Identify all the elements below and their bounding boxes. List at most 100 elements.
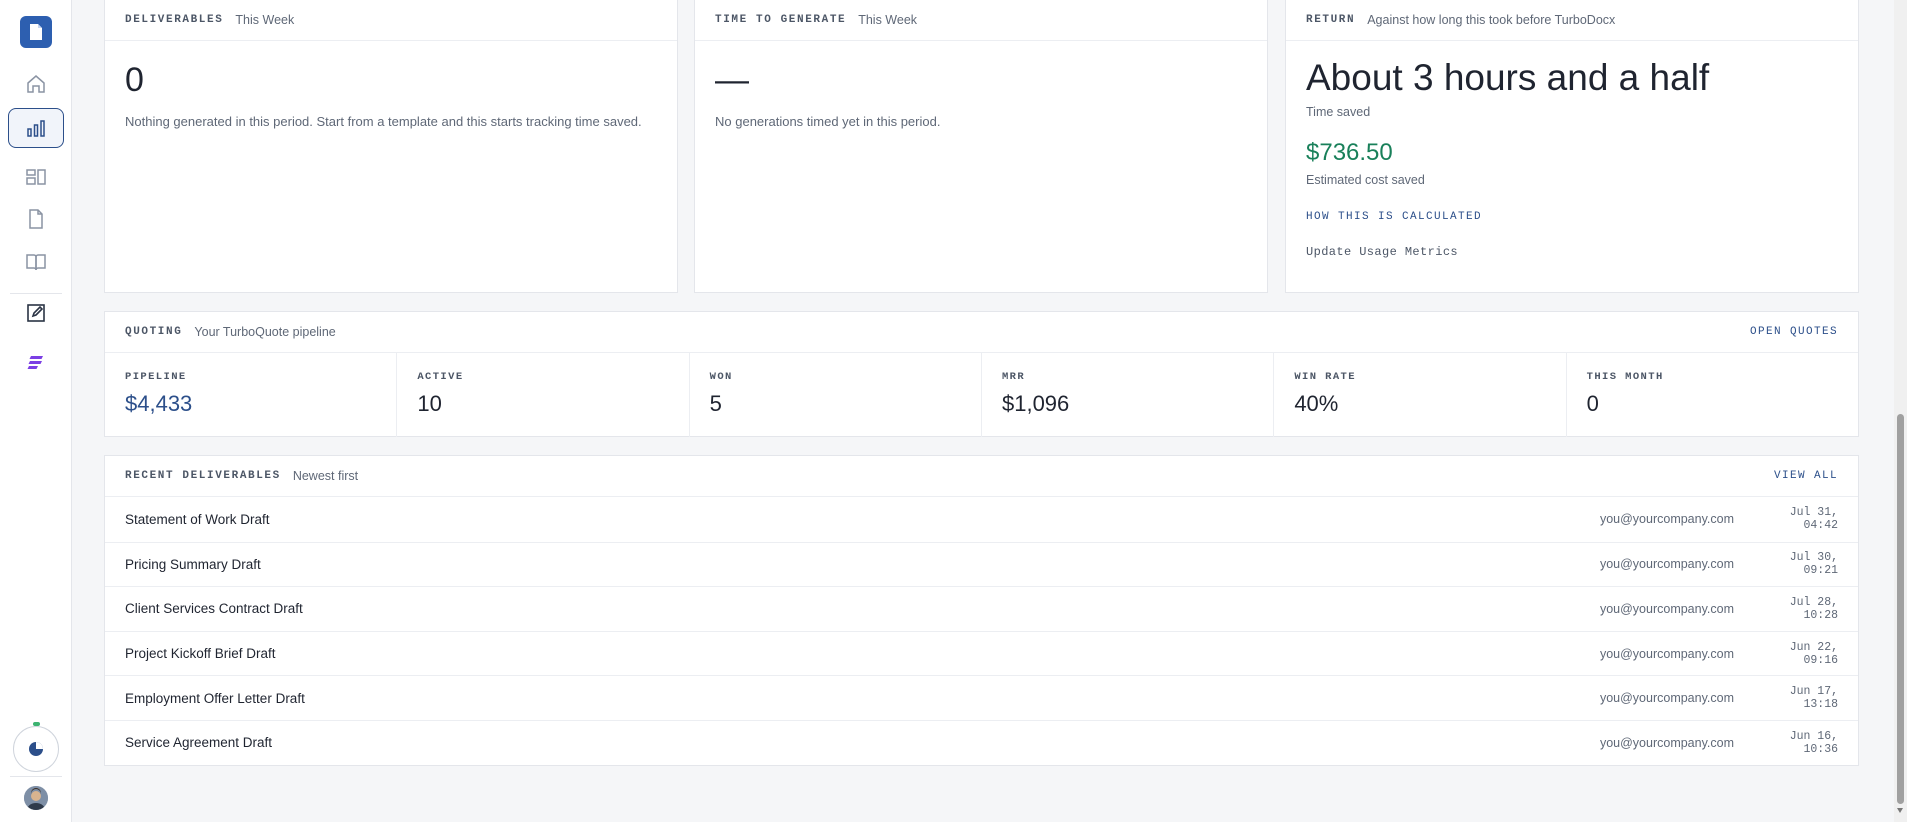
time-to-generate-note: No generations timed yet in this period. — [715, 114, 941, 129]
deliverable-title: Service Agreement Draft — [125, 735, 273, 751]
deliverable-time: Jul 30, 09:21 — [1789, 551, 1838, 578]
cost-saved-label: Estimated cost saved — [1306, 173, 1425, 187]
recent-deliverables-card: RECENT DELIVERABLES Newest first VIEW AL… — [104, 455, 1859, 766]
deliverable-title: Pricing Summary Draft — [125, 556, 261, 572]
stat-value: $1,096 — [1001, 391, 1070, 416]
templates-icon — [26, 169, 46, 185]
list-item[interactable]: Employment Offer Letter Draft you@yourco… — [105, 675, 1858, 720]
view-all-link[interactable]: VIEW ALL — [1774, 470, 1838, 482]
scroll-down-arrow-icon[interactable] — [1897, 808, 1903, 813]
stat-label: ACTIVE — [417, 371, 464, 383]
deliverable-title: Project Kickoff Brief Draft — [125, 646, 276, 662]
card-title: TIME TO GENERATE — [715, 14, 847, 26]
stat-won[interactable]: WON 5 — [690, 353, 982, 437]
deliverable-time: Jun 22, 09:16 — [1789, 640, 1838, 667]
sidebar — [0, 0, 72, 822]
sidebar-item-editor[interactable] — [8, 293, 64, 333]
deliverables-note: Nothing generated in this period. Start … — [125, 114, 642, 129]
home-icon — [27, 75, 45, 93]
quoting-card: QUOTING Your TurboQuote pipeline OPEN QU… — [104, 311, 1859, 437]
stat-value: 40% — [1294, 391, 1339, 416]
deliverable-time: Jun 16, 10:36 — [1789, 729, 1838, 756]
scrollbar-thumb[interactable] — [1897, 414, 1904, 804]
deliverable-owner: you@yourcompany.com — [1599, 557, 1734, 572]
time-to-generate-value: — — [715, 61, 749, 99]
document-logo-icon — [30, 24, 42, 40]
stat-pipeline[interactable]: PIPELINE $4,433 — [105, 353, 398, 437]
stat-label: MRR — [1001, 371, 1026, 383]
edit-icon — [27, 304, 45, 322]
deliverable-title: Employment Offer Letter Draft — [125, 690, 305, 706]
stat-value: $4,433 — [125, 391, 193, 416]
deliverable-title: Statement of Work Draft — [125, 511, 270, 527]
stat-label: WON — [709, 371, 733, 383]
time-to-generate-card: TIME TO GENERATE This Week — No generati… — [694, 0, 1268, 293]
update-usage-metrics-link[interactable]: Update Usage Metrics — [1306, 245, 1838, 259]
card-header: RETURN Against how long this took before… — [1286, 0, 1858, 41]
stat-active[interactable]: ACTIVE 10 — [397, 353, 690, 437]
deliverables-count: 0 — [125, 61, 144, 99]
card-subtitle: Newest first — [292, 469, 359, 483]
list-item[interactable]: Statement of Work Draft you@yourcompany.… — [105, 497, 1858, 542]
turboquote-icon — [27, 356, 43, 369]
open-quotes-link[interactable]: OPEN QUOTES — [1750, 326, 1838, 338]
list-item[interactable]: Client Services Contract Draft you@yourc… — [105, 586, 1858, 631]
deliverable-title: Client Services Contract Draft — [125, 601, 303, 617]
deliverable-owner: you@yourcompany.com — [1599, 735, 1734, 750]
card-title: RETURN — [1306, 14, 1356, 26]
pie-chart-icon — [29, 742, 43, 756]
sidebar-item-library[interactable] — [8, 242, 64, 282]
stat-value: 5 — [709, 391, 722, 416]
sidebar-item-home[interactable] — [8, 64, 64, 104]
card-title: RECENT DELIVERABLES — [125, 470, 281, 482]
card-period: This Week — [858, 13, 918, 27]
deliverable-time: Jun 17, 13:18 — [1789, 685, 1838, 712]
stat-value: 10 — [417, 391, 442, 416]
card-header: RECENT DELIVERABLES Newest first VIEW AL… — [105, 456, 1858, 497]
stat-label: PIPELINE — [125, 371, 187, 383]
card-header: DELIVERABLES This Week — [105, 0, 677, 41]
recent-list: Statement of Work Draft you@yourcompany.… — [105, 497, 1858, 765]
deliverable-time: Jul 28, 10:28 — [1789, 595, 1838, 622]
usage-button[interactable] — [13, 726, 59, 772]
page-scrollbar[interactable] — [1894, 0, 1907, 822]
user-avatar-icon — [24, 786, 48, 810]
dashboard-main: DELIVERABLES This Week 0 Nothing generat… — [72, 0, 1894, 822]
sidebar-item-documents[interactable] — [8, 199, 64, 239]
bar-chart-icon — [27, 120, 45, 137]
deliverable-owner: you@yourcompany.com — [1599, 646, 1734, 661]
avatar[interactable] — [24, 786, 48, 810]
card-title: DELIVERABLES — [125, 14, 224, 26]
deliverable-owner: you@yourcompany.com — [1599, 512, 1734, 527]
stat-mrr[interactable]: MRR $1,096 — [982, 353, 1275, 437]
deliverable-owner: you@yourcompany.com — [1599, 691, 1734, 706]
list-item[interactable]: Service Agreement Draft you@yourcompany.… — [105, 719, 1858, 765]
card-title: QUOTING — [125, 326, 183, 338]
cost-saved-value: $736.50 — [1306, 139, 1393, 166]
card-header: TIME TO GENERATE This Week — [695, 0, 1267, 41]
deliverable-owner: you@yourcompany.com — [1599, 601, 1734, 616]
book-icon — [26, 254, 46, 271]
stat-value: 0 — [1586, 391, 1599, 416]
app-logo[interactable] — [20, 16, 52, 48]
list-item[interactable]: Pricing Summary Draft you@yourcompany.co… — [105, 541, 1858, 587]
card-subtitle: Your TurboQuote pipeline — [194, 325, 336, 339]
sidebar-item-analytics[interactable] — [8, 108, 64, 148]
how-calculated-link[interactable]: HOW THIS IS CALCULATED — [1306, 211, 1838, 223]
time-saved-value: About 3 hours and a half — [1306, 57, 1710, 98]
card-subtitle: Against how long this took before TurboD… — [1367, 13, 1616, 27]
quoting-stats: PIPELINE $4,433 ACTIVE 10 WON 5 MRR $1,0… — [105, 353, 1858, 437]
stat-win-rate[interactable]: WIN RATE 40% — [1274, 353, 1567, 437]
card-period: This Week — [235, 13, 295, 27]
stat-label: THIS MONTH — [1586, 371, 1664, 383]
deliverables-card: DELIVERABLES This Week 0 Nothing generat… — [104, 0, 678, 293]
sidebar-divider — [10, 776, 62, 777]
deliverable-time: Jul 31, 04:42 — [1789, 506, 1838, 533]
list-item[interactable]: Project Kickoff Brief Draft you@yourcomp… — [105, 630, 1858, 676]
sidebar-item-templates[interactable] — [8, 157, 64, 197]
document-icon — [29, 209, 43, 229]
stat-this-month[interactable]: THIS MONTH 0 — [1567, 353, 1858, 437]
sidebar-item-turboquote[interactable] — [8, 342, 64, 382]
time-saved-label: Time saved — [1306, 105, 1371, 119]
stat-label: WIN RATE — [1294, 371, 1356, 383]
